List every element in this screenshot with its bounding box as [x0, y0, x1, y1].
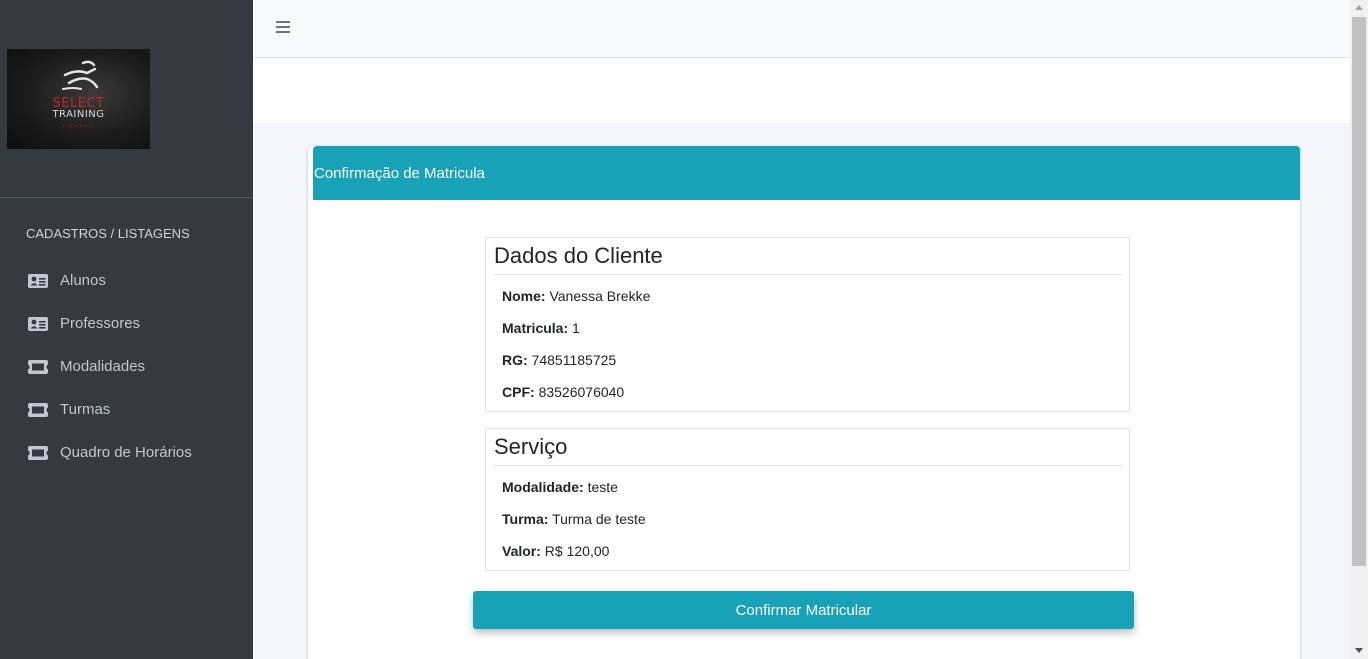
field-value: 74851185725: [531, 352, 617, 368]
sidebar-item-label: Turmas: [60, 401, 111, 418]
sidebar-item-label: Alunos: [60, 272, 106, 289]
field-value: R$ 120,00: [544, 543, 610, 559]
sidebar-item-label: Quadro de Horários: [60, 444, 192, 461]
sidebar-item-turmas[interactable]: Turmas: [0, 388, 253, 431]
field-label: Modalidade:: [502, 479, 584, 495]
client-data-panel: Dados do Cliente Nome: Vanessa Brekke Ma…: [485, 237, 1130, 412]
sidebar-divider: [0, 197, 253, 198]
brand-logo[interactable]: SELECT TRAINING FITNESS: [7, 49, 150, 149]
runner-logo-icon: [62, 60, 99, 90]
top-navbar: [253, 0, 1350, 58]
sidebar: SELECT TRAINING FITNESS CADASTROS / LIST…: [0, 0, 253, 659]
field-label: Turma:: [502, 511, 549, 527]
sidebar-item-label: Modalidades: [60, 358, 146, 375]
field-value: 83526076040: [538, 384, 625, 400]
logo-text-training: TRAINING: [52, 109, 105, 120]
field-label: Nome:: [502, 288, 546, 304]
field-rg: RG: 74851185725: [502, 352, 616, 368]
id-card-icon: [28, 316, 48, 331]
field-valor: Valor: R$ 120,00: [502, 543, 609, 559]
service-panel: Serviço Modalidade: teste Turma: Turma d…: [485, 428, 1130, 571]
field-value: teste: [587, 479, 618, 495]
sidebar-section-header: CADASTROS / LISTAGENS: [26, 226, 190, 241]
field-value: Vanessa Brekke: [549, 288, 651, 304]
field-modalidade: Modalidade: teste: [502, 479, 618, 495]
scroll-down-arrow-icon[interactable]: [1355, 648, 1363, 653]
page-scrollbar[interactable]: [1350, 0, 1368, 659]
field-nome: Nome: Vanessa Brekke: [502, 288, 650, 304]
logo-text-fitness: FITNESS: [63, 123, 94, 128]
field-cpf: CPF: 83526076040: [502, 384, 624, 400]
content-header: [253, 58, 1350, 123]
ticket-icon: [28, 445, 48, 460]
sidebar-item-professores[interactable]: Professores: [0, 302, 253, 345]
sidebar-item-modalidades[interactable]: Modalidades: [0, 345, 253, 388]
hamburger-icon[interactable]: [276, 21, 290, 35]
field-turma: Turma: Turma de teste: [502, 511, 646, 527]
scroll-thumb[interactable]: [1352, 17, 1366, 566]
field-label: CPF:: [502, 384, 535, 400]
client-data-title: Dados do Cliente: [494, 238, 1122, 275]
ticket-icon: [28, 359, 48, 374]
ticket-icon: [28, 402, 48, 417]
field-value: 1: [572, 320, 580, 336]
field-label: Matricula:: [502, 320, 569, 336]
confirm-enrollment-button[interactable]: Confirmar Matricular: [473, 591, 1134, 629]
id-card-icon: [28, 273, 48, 288]
service-title: Serviço: [494, 429, 1122, 466]
field-value: Turma de teste: [552, 511, 646, 527]
scroll-up-arrow-icon[interactable]: [1355, 5, 1363, 10]
enrollment-card: Confirmação de Matricula Dados do Client…: [308, 146, 1300, 659]
sidebar-item-alunos[interactable]: Alunos: [0, 259, 253, 302]
sidebar-item-label: Professores: [60, 315, 141, 332]
field-label: RG:: [502, 352, 528, 368]
card-title: Confirmação de Matricula: [313, 146, 1300, 200]
field-label: Valor:: [502, 543, 541, 559]
field-matricula: Matricula: 1: [502, 320, 580, 336]
sidebar-item-quadro-de-horarios[interactable]: Quadro de Horários: [0, 431, 253, 474]
sidebar-nav: Alunos Professores Modalidades Turmas Qu…: [0, 259, 253, 474]
